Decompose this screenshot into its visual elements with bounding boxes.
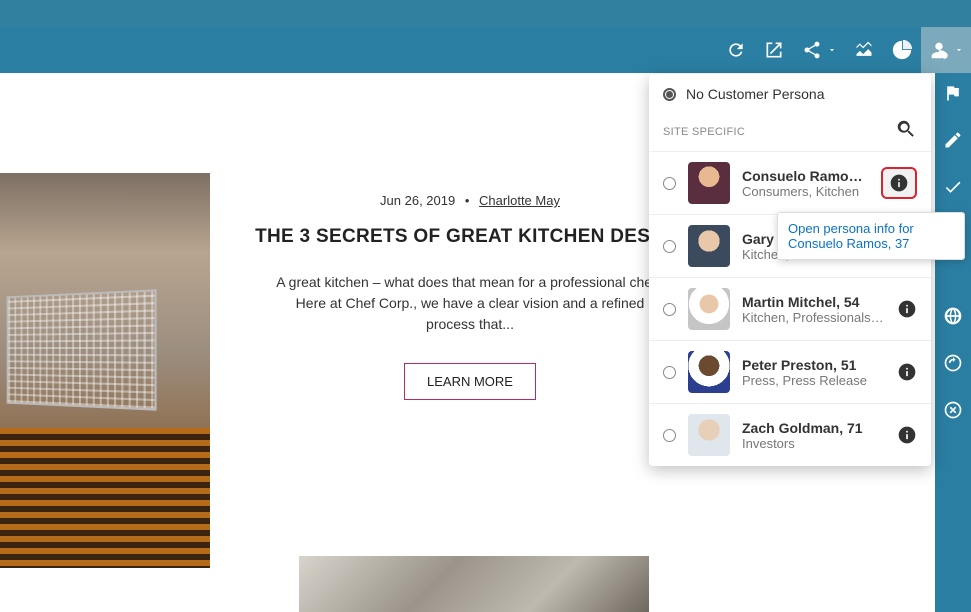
persona-name: Consuelo Ramos, 37	[742, 168, 869, 184]
refresh-button[interactable]	[717, 27, 755, 73]
chart-button[interactable]	[845, 27, 883, 73]
right-rail	[935, 73, 971, 612]
article-date: Jun 26, 2019	[380, 193, 455, 208]
avatar	[688, 414, 730, 456]
share-chevron-icon[interactable]	[825, 45, 839, 55]
globe-close-icon[interactable]	[943, 400, 963, 425]
globe-refresh-icon[interactable]	[943, 353, 963, 378]
persona-item[interactable]: Consuelo Ramos, 37 Consumers, Kitchen	[649, 151, 931, 214]
no-persona-label: No Customer Persona	[686, 86, 825, 102]
article-body: A great kitchen – what does that mean fo…	[250, 272, 690, 335]
persona-dropdown: No Customer Persona SITE SPECIFIC Consue…	[649, 74, 931, 466]
globe-icon[interactable]	[943, 306, 963, 331]
persona-item[interactable]: Zach Goldman, 71 Investors	[649, 403, 931, 466]
persona-button[interactable]	[921, 27, 971, 73]
persona-radio[interactable]	[663, 177, 676, 190]
persona-tags: Consumers, Kitchen	[742, 184, 869, 199]
persona-radio[interactable]	[663, 366, 676, 379]
persona-tags: Kitchen, Professionals,...	[742, 310, 885, 325]
persona-item[interactable]: Peter Preston, 51 Press, Press Release	[649, 340, 931, 403]
tooltip: Open persona info for Consuelo Ramos, 37	[777, 212, 965, 260]
persona-radio[interactable]	[663, 240, 676, 253]
persona-tags: Press, Press Release	[742, 373, 885, 388]
separator: •	[465, 193, 470, 208]
persona-item[interactable]: Martin Mitchel, 54 Kitchen, Professional…	[649, 277, 931, 340]
persona-name: Peter Preston, 51	[742, 357, 885, 373]
pencil-icon[interactable]	[943, 130, 963, 155]
no-persona-radio[interactable]	[663, 88, 676, 101]
article-image	[0, 173, 210, 568]
toolbar	[0, 27, 971, 73]
info-icon[interactable]	[897, 299, 917, 319]
secondary-image	[299, 556, 649, 612]
persona-name: Martin Mitchel, 54	[742, 294, 885, 310]
check-icon[interactable]	[943, 177, 963, 202]
article-author-link[interactable]: Charlotte May	[479, 193, 560, 208]
external-link-button[interactable]	[755, 27, 793, 73]
persona-tags: Investors	[742, 436, 885, 451]
search-icon[interactable]	[895, 118, 917, 145]
flag-icon[interactable]	[943, 83, 963, 108]
section-label: SITE SPECIFIC	[663, 126, 745, 138]
persona-list: Consuelo Ramos, 37 Consumers, Kitchen Ga…	[649, 151, 931, 466]
avatar	[688, 225, 730, 267]
avatar	[688, 288, 730, 330]
persona-radio[interactable]	[663, 429, 676, 442]
learn-more-button[interactable]: LEARN MORE	[404, 363, 536, 400]
pie-chart-button[interactable]	[883, 27, 921, 73]
top-band	[0, 0, 971, 27]
article-title: THE 3 SECRETS OF GREAT KITCHEN DESIGN	[250, 226, 690, 248]
persona-radio[interactable]	[663, 303, 676, 316]
persona-name: Zach Goldman, 71	[742, 420, 885, 436]
article-meta: Jun 26, 2019 • Charlotte May	[250, 193, 690, 208]
info-icon[interactable]	[897, 362, 917, 382]
info-icon[interactable]	[881, 167, 917, 199]
info-icon[interactable]	[897, 425, 917, 445]
avatar	[688, 351, 730, 393]
avatar	[688, 162, 730, 204]
